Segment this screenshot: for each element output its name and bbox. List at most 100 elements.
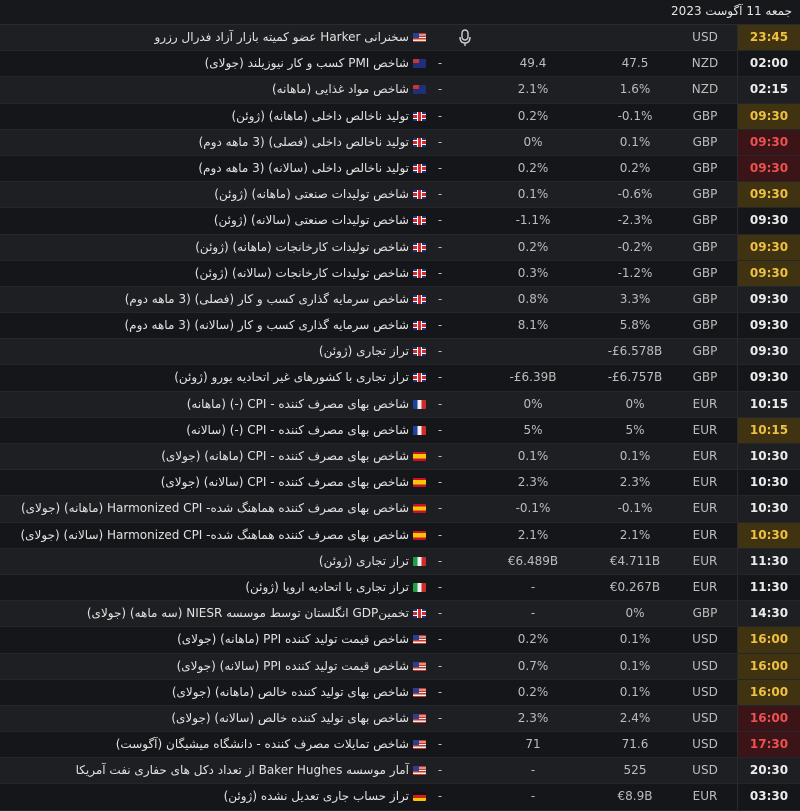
event-forecast: -: [530, 763, 536, 778]
event-row[interactable]: 09:30 GBP -0.1% 0.2% - تولید ناخالص داخلی (ما…: [0, 103, 800, 130]
event-row[interactable]: 10:30 EUR 0.1% 0.1% - شاخص بهای مصرف کننده - …: [0, 444, 800, 471]
event-forecast: €6.489B: [507, 553, 559, 568]
event-currency: GBP: [692, 187, 718, 202]
flag-gb-icon: [413, 347, 426, 357]
event-currency: EUR: [692, 475, 718, 490]
event-title: شاخص بهای مصرف کننده - CPI (-) (سالانه): [0, 418, 428, 443]
event-title: تراز تجاری با اتحادیه اروپا (ژوئن): [0, 575, 428, 600]
flag-us-icon: [413, 661, 426, 671]
flag-nz-icon: [413, 85, 426, 95]
event-row[interactable]: 09:30 GBP -1.2% 0.3% - شاخص تولیدات کارخانجات…: [0, 260, 800, 287]
event-row[interactable]: 02:15 NZD 1.6% 2.1% - شاخص مواد غذایی (ماهانه…: [0, 77, 800, 104]
event-row[interactable]: 16:00 USD 0.1% 0.2% - شاخص بهای تولید کننده خ…: [0, 679, 800, 706]
event-row[interactable]: 02:00 NZD 47.5 49.4- شاخص PMI کسب و کار نیوز…: [0, 51, 800, 78]
event-title-text: شاخص بهای مصرف کننده - CPI (سالانه) (جول…: [160, 475, 409, 490]
event-forecast: 5%: [523, 422, 543, 437]
flag-us-icon: [413, 740, 426, 750]
event-time: 02:15: [737, 77, 800, 103]
event-time: 09:30: [737, 182, 800, 208]
event-forecast: 8.1%: [517, 318, 549, 333]
event-actual: -£6.578B: [607, 344, 663, 359]
event-row[interactable]: 16:00 USD 0.1% 0.2% - شاخص قیمت تولید کننده P…: [0, 627, 800, 654]
event-row[interactable]: 16:00 USD 2.4% 2.3% - شاخص بهای تولید کننده خ…: [0, 705, 800, 733]
event-title-text: تراز تجاری با اتحادیه اروپا (ژوئن): [245, 579, 409, 594]
event-row[interactable]: 09:30 GBP -£6.757B -£6.39B - تراز تجاری با کش…: [0, 365, 800, 392]
event-actual: 525: [623, 763, 647, 778]
event-title-text: آمار موسسه Baker Hughes از تعداد دکل های…: [75, 763, 409, 778]
event-actual: -0.1%: [617, 501, 653, 516]
event-row[interactable]: 09:30 GBP 3.3% 0.8% - شاخص سرمایه گذاری کسب و…: [0, 286, 800, 314]
event-forecast: -0.1%: [515, 501, 551, 516]
event-row[interactable]: 09:30 GBP 0.2% 0.2% - تولید ناخالص داخلی (سال…: [0, 155, 800, 183]
event-title: تخمینGDP انگلستان توسط موسسه NIESR (سه م…: [0, 601, 428, 626]
event-title-text: تولید ناخالص داخلی (فصلی) (3 ماهه دوم): [198, 134, 409, 149]
event-title: شاخص قیمت تولید کننده PPI (سالانه) (جولا…: [0, 654, 428, 679]
date-title: جمعه 11 آگوست 2023: [671, 4, 792, 18]
event-actual: -2.3%: [617, 213, 653, 228]
event-currency: USD: [692, 763, 718, 778]
event-title: تراز تجاری (ژوئن): [0, 339, 428, 364]
event-row[interactable]: 09:30 GBP -2.3% -1.1% - شاخص تولیدات صنعتی (س…: [0, 208, 800, 235]
event-actual: 3.3%: [619, 291, 651, 306]
event-time: 23:45: [737, 25, 800, 51]
event-title: شاخص بهای تولید کننده خالص (ماهانه) (جول…: [0, 680, 428, 705]
event-actual: 71.6: [621, 737, 649, 752]
event-title: شاخص تمایلات مصرف کننده - دانشگاه میشیگا…: [0, 732, 428, 757]
event-row[interactable]: 09:30 GBP 5.8% 8.1% - شاخص سرمایه گذاری کسب و…: [0, 313, 800, 340]
flag-us-icon: [413, 33, 426, 42]
event-title: تولید ناخالص داخلی (ماهانه) (ژوئن): [0, 104, 428, 129]
event-title-text: تراز تجاری (ژوئن): [318, 344, 409, 359]
event-row[interactable]: 10:15 EUR 5% 5% - شاخص بهای مصرف کننده - CPI …: [0, 417, 800, 444]
event-title: شاخص قیمت تولید کننده PPI (ماهانه) (جولا…: [0, 627, 428, 652]
event-currency: NZD: [691, 82, 719, 97]
event-row[interactable]: 09:30 GBP 0.1% 0% - تولید ناخالص داخلی (فصلی)…: [0, 129, 800, 156]
event-row[interactable]: 10:30 EUR 2.1% 2.1% - شاخص بهای مصرف کننده هم…: [0, 522, 800, 549]
event-currency: GBP: [692, 370, 718, 385]
event-time: 09:30: [737, 208, 800, 234]
event-title-text: شاخص PMI کسب و کار نیوزیلند (جولای): [204, 56, 409, 71]
flag-us-icon: [413, 687, 426, 697]
event-title-text: شاخص بهای مصرف کننده هماهنگ شده- Harmoni…: [20, 501, 409, 516]
event-actual: -£6.757B: [607, 370, 663, 385]
event-currency: GBP: [692, 318, 718, 333]
event-row[interactable]: 10:30 EUR 2.3% 2.3% - شاخص بهای مصرف کننده - …: [0, 470, 800, 497]
event-row[interactable]: 23:45 USD سخنرانی Harker عضو کمیته بازار آ…: [0, 25, 800, 52]
event-title: تراز حساب جاری تعدیل نشده (ژوئن): [0, 784, 428, 809]
event-row[interactable]: 10:30 EUR -0.1% -0.1% - شاخص بهای مصرف کننده …: [0, 496, 800, 523]
event-row[interactable]: 09:30 GBP -0.2% 0.2% - شاخص تولیدات کارخانجات…: [0, 234, 800, 261]
event-title: شاخص PMI کسب و کار نیوزیلند (جولای): [0, 51, 428, 76]
event-actual: -0.1%: [617, 108, 653, 123]
event-row[interactable]: 09:30 GBP -£6.578B - تراز تجاری (ژوئن): [0, 339, 800, 366]
event-title-text: شاخص تولیدات صنعتی (سالانه) (ژوئن): [213, 213, 409, 228]
event-row[interactable]: 16:00 USD 0.1% 0.7% - شاخص قیمت تولید کننده P…: [0, 653, 800, 680]
event-title: شاخص تولیدات کارخانجات (سالانه) (ژوئن): [0, 261, 428, 286]
event-row[interactable]: 11:30 EUR €4.711B €6.489B - تراز تجاری (ژوئن): [0, 548, 800, 575]
event-row[interactable]: 03:30 EUR €8.9B - - تراز حساب جاری تعدیل نشده…: [0, 784, 800, 811]
event-title: شاخص سرمایه گذاری کسب و کار (سالانه) (3 …: [0, 313, 428, 338]
event-time: 16:00: [737, 627, 800, 653]
event-title: شاخص سرمایه گذاری کسب و کار (فصلی) (3 ما…: [0, 287, 428, 312]
event-row[interactable]: 09:30 GBP -0.6% 0.1% - شاخص تولیدات صنعتی (ما…: [0, 182, 800, 209]
event-currency: EUR: [692, 396, 718, 411]
event-time: 10:30: [737, 496, 800, 522]
event-time: 10:30: [737, 470, 800, 496]
event-title-text: تراز تجاری با کشورهای غیر اتحادیه یورو (…: [174, 370, 409, 385]
event-title-text: تراز تجاری (ژوئن): [318, 553, 409, 568]
flag-de-icon: [413, 792, 426, 802]
event-time: 03:30: [737, 784, 800, 810]
event-row[interactable]: 14:30 GBP 0% - - تخمینGDP انگلستان توسط موسسه…: [0, 601, 800, 628]
event-row[interactable]: 11:30 EUR €0.267B - - تراز تجاری با اتحادیه ا…: [0, 574, 800, 602]
event-title: سخنرانی Harker عضو کمیته بازار آزاد فدرا…: [0, 25, 428, 50]
event-currency: USD: [692, 30, 718, 44]
event-currency: USD: [692, 684, 718, 699]
event-forecast: [488, 339, 578, 364]
event-currency: USD: [692, 710, 718, 725]
event-row[interactable]: 17:30 USD 71.6 71- شاخص تمایلات مصرف کننده -…: [0, 732, 800, 759]
event-row[interactable]: 10:15 EUR 0% 0% - شاخص بهای مصرف کننده - CPI …: [0, 391, 800, 418]
event-actual: 0.1%: [619, 449, 651, 463]
event-title-text: شاخص سرمایه گذاری کسب و کار (فصلی) (3 ما…: [124, 291, 409, 306]
event-currency: EUR: [692, 527, 718, 542]
event-forecast: 49.4: [519, 56, 547, 71]
event-currency: EUR: [692, 579, 718, 594]
event-time: 11:30: [737, 548, 800, 574]
